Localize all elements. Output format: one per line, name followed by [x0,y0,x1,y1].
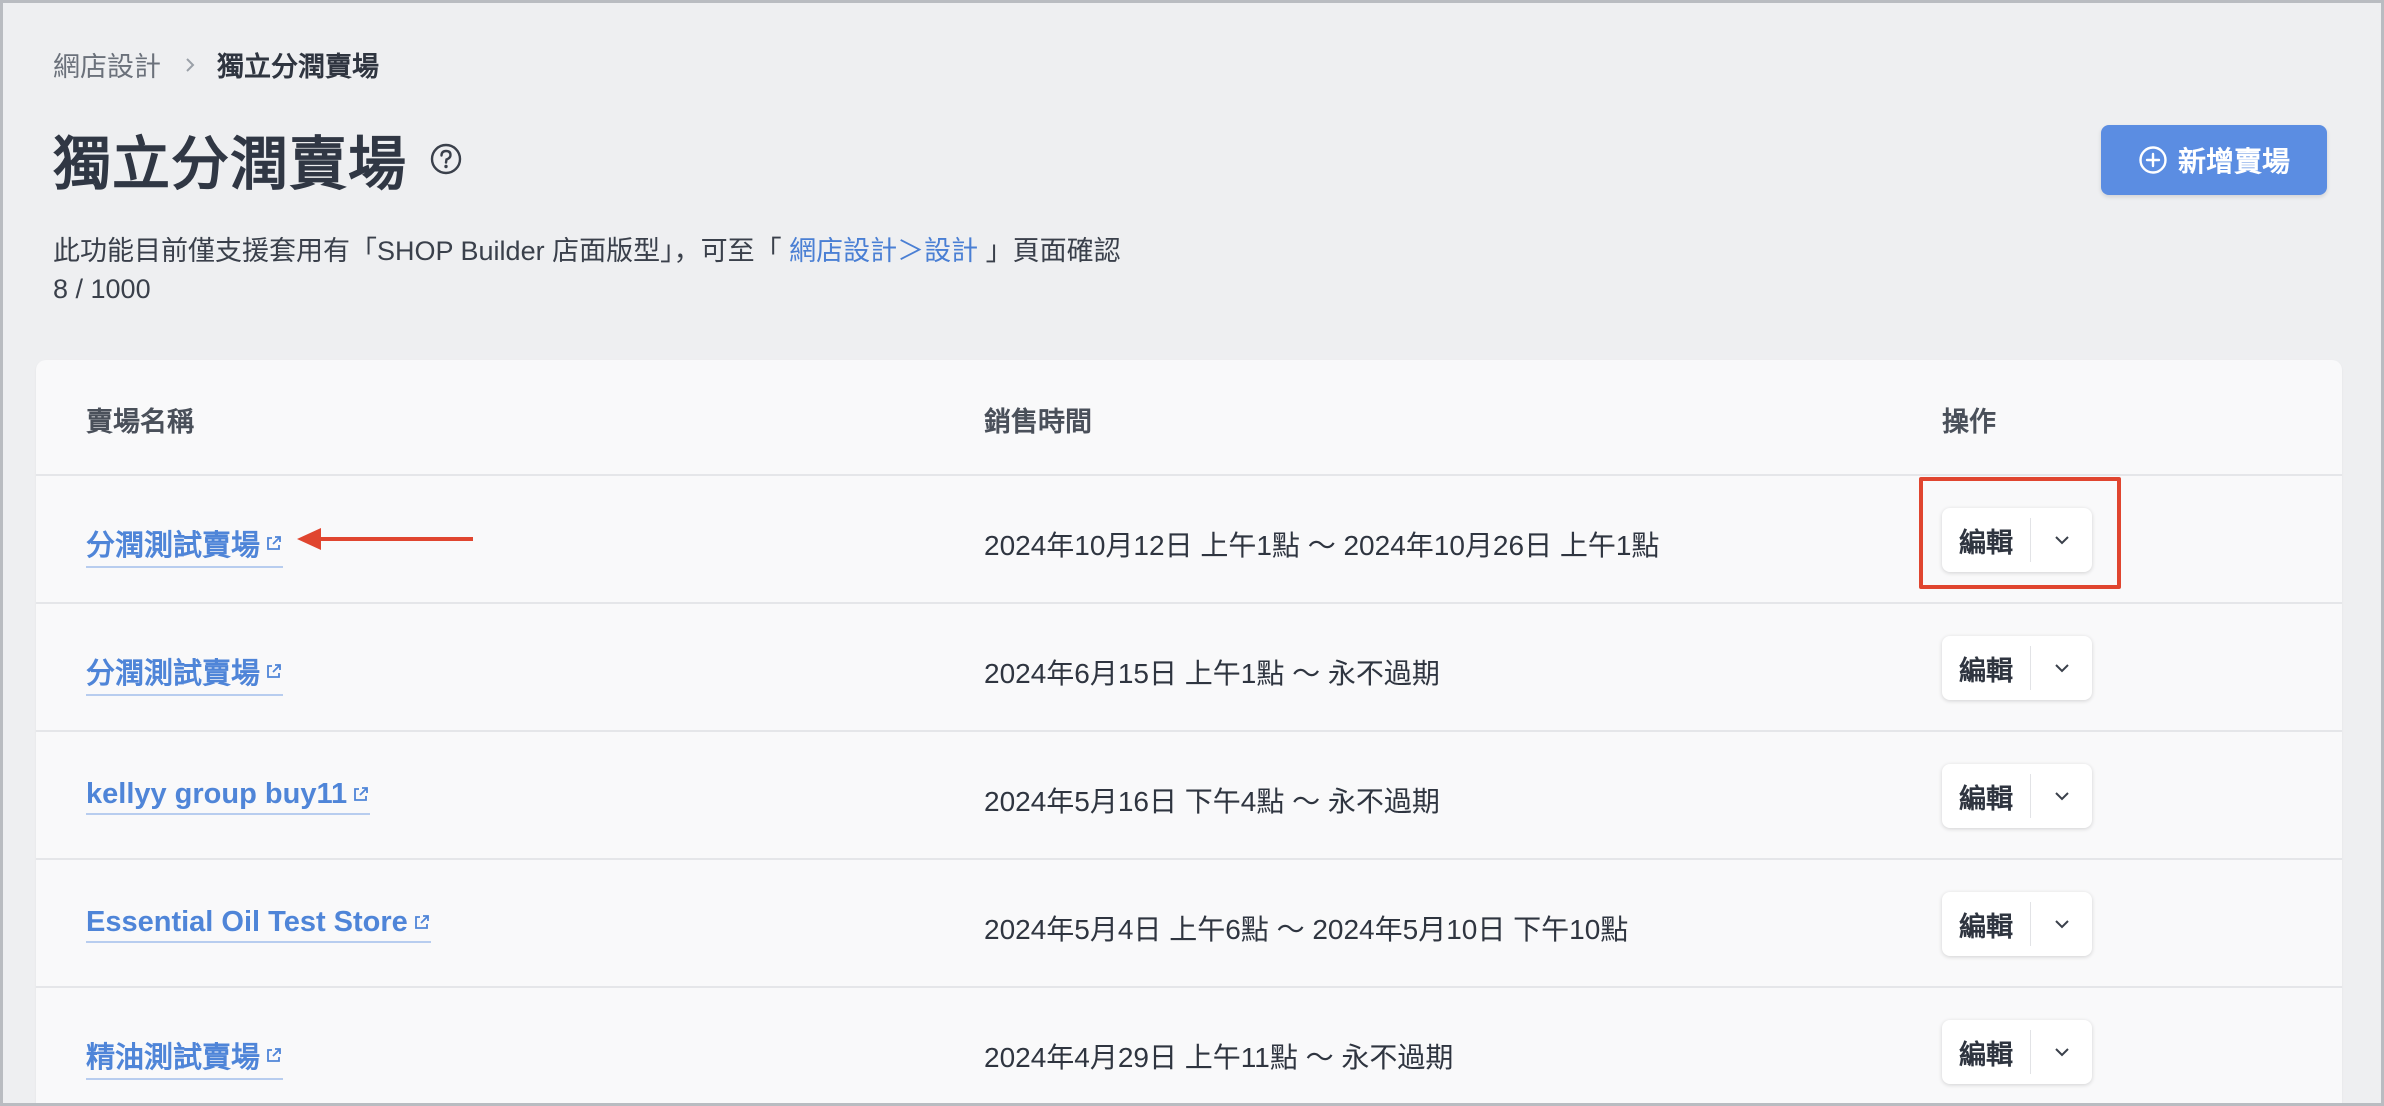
store-name-link[interactable]: 分潤測試賣場 [86,650,284,696]
edit-button[interactable]: 編輯 [1942,1020,2030,1084]
breadcrumb-parent-link[interactable]: 網店設計 [53,45,161,84]
header-actions: 操作 [1942,407,1996,437]
notice-text: 此功能目前僅支援套用有「SHOP Builder 店面版型」，可至「 網店設計＞… [53,229,1121,268]
row-action-group: 編輯 [1942,636,2092,700]
external-link-icon [351,785,370,804]
table-row: 分潤測試賣場 2024年6月15日 上午1點 ～ 永不過期 編輯 [36,604,2342,732]
store-name-link[interactable]: 分潤測試賣場 [86,522,284,568]
store-name: kellyy group buy11 [86,778,348,810]
table-row: 精油測試賣場 2024年4月29日 上午11點 ～ 永不過期 編輯 [36,988,2342,1103]
app-frame: 網店設計 獨立分潤賣場 獨立分潤賣場 新增賣場 此功能目前僅支援套用有「SHOP… [3,3,2381,1103]
more-actions-dropdown[interactable] [2031,892,2092,956]
external-link-icon [264,662,283,681]
table-row: Essential Oil Test Store 2024年5月4日 上午6點 … [36,860,2342,988]
title-row: 獨立分潤賣場 [53,117,463,201]
external-link-icon [412,913,431,932]
store-table: 賣場名稱 銷售時間 操作 分潤測試賣場 2024年10月12日 上午1點 ～ 2… [36,360,2342,1103]
sale-time: 2024年4月29日 上午11點 ～ 永不過期 [984,1042,1454,1073]
store-name-link[interactable]: Essential Oil Test Store [86,906,431,943]
edit-button[interactable]: 編輯 [1942,636,2030,700]
store-name-link[interactable]: 精油測試賣場 [86,1034,284,1080]
chevron-down-icon [2051,785,2073,807]
header-store-name: 賣場名稱 [86,407,194,437]
more-actions-dropdown[interactable] [2031,636,2092,700]
page-title: 獨立分潤賣場 [53,132,408,197]
sale-time: 2024年6月15日 上午1點 ～ 永不過期 [984,658,1440,689]
row-action-group: 編輯 [1942,764,2092,828]
sale-time: 2024年10月12日 上午1點 ～ 2024年10月26日 上午1點 [984,530,1660,561]
add-store-label: 新增賣場 [2177,146,2290,177]
chevron-down-icon [2051,913,2073,935]
external-link-icon [264,534,283,553]
store-count: 8 / 1000 [53,274,151,304]
store-name: 精油測試賣場 [86,1042,261,1074]
header-sale-time: 銷售時間 [984,407,1092,437]
more-actions-dropdown[interactable] [2031,764,2092,828]
edit-button[interactable]: 編輯 [1942,892,2030,956]
store-name: 分潤測試賣場 [86,658,261,690]
sale-time: 2024年5月16日 下午4點 ～ 永不過期 [984,786,1440,817]
chevron-down-icon [2051,657,2073,679]
row-action-group: 編輯 [1942,1020,2092,1084]
chevron-down-icon [2051,1041,2073,1063]
add-store-button[interactable]: 新增賣場 [2101,125,2327,195]
chevron-right-icon [181,56,199,74]
annotation-highlight-box [1919,477,2121,589]
plus-circle-icon [2138,145,2168,175]
notice-prefix: 此功能目前僅支援套用有「SHOP Builder 店面版型」，可至「 [53,236,790,266]
breadcrumb: 網店設計 獨立分潤賣場 [53,45,379,84]
row-action-group: 編輯 [1942,892,2092,956]
annotation-arrow-icon [297,528,473,550]
edit-button[interactable]: 編輯 [1942,764,2030,828]
table-header: 賣場名稱 銷售時間 操作 [36,360,2342,476]
external-link-icon [264,1046,283,1065]
store-name: Essential Oil Test Store [86,906,408,938]
sale-time: 2024年5月4日 上午6點 ～ 2024年5月10日 下午10點 [984,914,1629,945]
store-name: 分潤測試賣場 [86,530,261,562]
more-actions-dropdown[interactable] [2031,1020,2092,1084]
help-circle-icon[interactable] [429,142,463,176]
notice-design-link[interactable]: 網店設計＞設計 [789,236,978,266]
notice-suffix: 」頁面確認 [978,236,1121,266]
table-row: kellyy group buy11 2024年5月16日 下午4點 ～ 永不過… [36,732,2342,860]
breadcrumb-current: 獨立分潤賣場 [217,52,379,82]
store-name-link[interactable]: kellyy group buy11 [86,778,371,815]
